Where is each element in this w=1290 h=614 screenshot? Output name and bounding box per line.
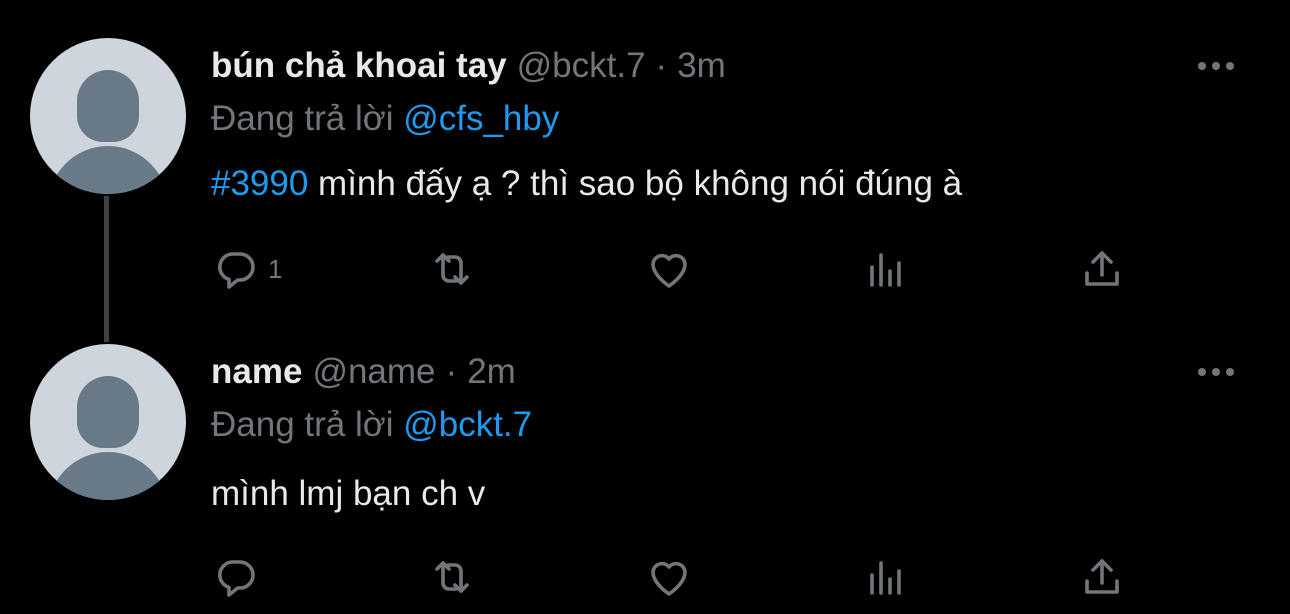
separator-dot: · xyxy=(655,46,668,85)
replying-prefix: Đang trả lời xyxy=(211,405,394,444)
more-dot xyxy=(1198,368,1206,376)
tweet-text: #3990 mình đấy ạ ? thì sao bộ không nói … xyxy=(211,164,962,204)
tweet-header: name @name · 2m xyxy=(211,352,516,392)
separator-dot: · xyxy=(445,352,458,391)
share-upload-icon xyxy=(1085,251,1119,286)
more-dot xyxy=(1226,368,1234,376)
reply-button[interactable] xyxy=(212,552,268,602)
like-button[interactable] xyxy=(645,552,693,602)
replying-to-mention[interactable]: @cfs_hby xyxy=(403,99,559,138)
more-options-button[interactable] xyxy=(1198,60,1234,72)
avatar[interactable] xyxy=(30,38,186,194)
timestamp[interactable]: 2m xyxy=(467,352,516,391)
user-handle[interactable]: @name xyxy=(312,352,435,391)
views-button[interactable] xyxy=(862,244,910,294)
tweet-text-content: mình đấy ạ ? thì sao bộ không nói đúng à xyxy=(308,164,963,203)
more-dot xyxy=(1212,368,1220,376)
replying-to-mention[interactable]: @bckt.7 xyxy=(403,405,532,444)
tweet[interactable]: name @name · 2m Đang trả lời @bckt.7 mình l… xyxy=(0,330,1290,614)
more-dot xyxy=(1212,62,1220,70)
replying-to-line: Đang trả lời @bckt.7 xyxy=(211,405,532,445)
share-button[interactable] xyxy=(1078,244,1126,294)
replying-prefix: Đang trả lời xyxy=(211,99,394,138)
like-button[interactable] xyxy=(645,244,693,294)
reply-button[interactable]: 1 xyxy=(212,244,282,294)
views-button[interactable] xyxy=(862,552,910,602)
avatar-shoulders-shape xyxy=(48,146,168,194)
tweet[interactable]: bún chả khoai tay @bckt.7 · 3m Đang trả lời… xyxy=(0,0,1290,342)
hashtag-link[interactable]: #3990 xyxy=(211,164,308,203)
share-button[interactable] xyxy=(1078,552,1126,602)
reply-bubble-icon xyxy=(218,252,255,289)
avatar-shoulders-shape xyxy=(48,452,168,500)
retweet-button[interactable] xyxy=(428,244,476,294)
retweet-arrows-icon xyxy=(435,253,469,285)
more-dot xyxy=(1198,62,1206,70)
tweet-actions: 1 xyxy=(0,244,1290,294)
tweet-header: bún chả khoai tay @bckt.7 · 3m xyxy=(211,46,726,86)
reply-bubble-icon xyxy=(218,560,255,597)
avatar-head-shape xyxy=(77,70,139,142)
heart-icon xyxy=(651,253,687,288)
bar-chart-icon xyxy=(870,561,901,595)
tweet-text-content: mình lmj bạn ch v xyxy=(211,474,486,513)
heart-icon xyxy=(651,561,687,596)
tweet-text: mình lmj bạn ch v xyxy=(211,474,485,514)
retweet-arrows-icon xyxy=(435,561,469,593)
tweet-actions xyxy=(0,552,1290,602)
display-name[interactable]: name xyxy=(211,352,302,391)
share-upload-icon xyxy=(1085,559,1119,594)
replying-to-line: Đang trả lời @cfs_hby xyxy=(211,99,559,139)
more-dot xyxy=(1226,62,1234,70)
timestamp[interactable]: 3m xyxy=(677,46,726,85)
bar-chart-icon xyxy=(870,253,901,287)
display-name[interactable]: bún chả khoai tay xyxy=(211,46,507,85)
reply-count: 1 xyxy=(268,253,283,284)
avatar[interactable] xyxy=(30,344,186,500)
retweet-button[interactable] xyxy=(428,552,476,602)
avatar-head-shape xyxy=(77,376,139,448)
user-handle[interactable]: @bckt.7 xyxy=(517,46,646,85)
more-options-button[interactable] xyxy=(1198,366,1234,378)
